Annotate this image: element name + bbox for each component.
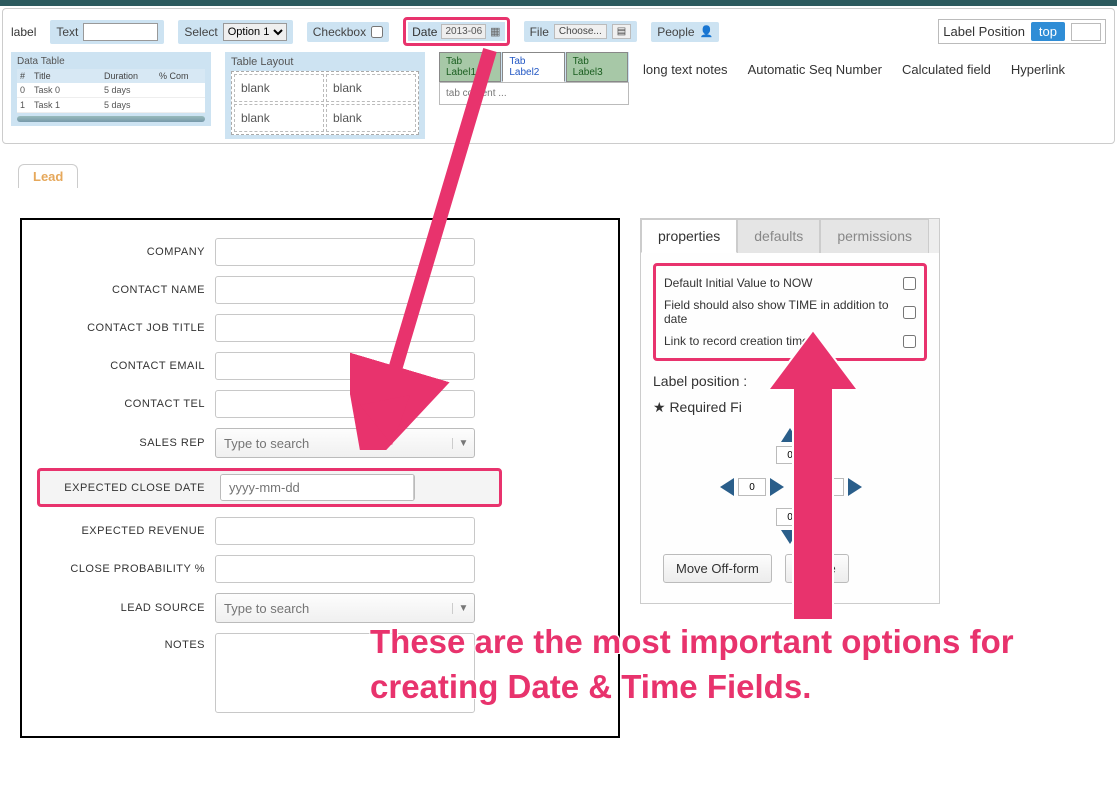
- person-icon: 👤: [700, 25, 714, 38]
- contact-name-label: CONTACT NAME: [40, 284, 215, 296]
- calculated-field-type[interactable]: Calculated field: [902, 62, 991, 77]
- label-field-type[interactable]: label: [11, 25, 36, 39]
- arrow-right-icon[interactable]: [848, 478, 862, 496]
- data-table-field-type[interactable]: Data Table # Title Duration % Com 0 Task…: [11, 52, 211, 126]
- hyperlink-type[interactable]: Hyperlink: [1011, 62, 1065, 77]
- arrow-left-icon[interactable]: [720, 478, 734, 496]
- pad-right-input[interactable]: [816, 478, 844, 496]
- checkbox-sample[interactable]: [371, 26, 383, 38]
- lead-source-input[interactable]: [216, 601, 452, 616]
- calendar-icon[interactable]: ▦: [413, 475, 415, 500]
- scrollbar[interactable]: [17, 116, 205, 122]
- file-choose-button[interactable]: Choose...: [554, 24, 607, 39]
- opt-show-time-checkbox[interactable]: [903, 306, 916, 319]
- tab-properties[interactable]: properties: [641, 219, 737, 253]
- label-position-control: Label Position top: [938, 19, 1106, 44]
- expected-close-date-highlight: EXPECTED CLOSE DATE ▦: [37, 468, 502, 507]
- tabs-field-type[interactable]: Tab Label1 Tab Label2 Tab Label3 tab con…: [439, 52, 629, 105]
- properties-panel: properties defaults permissions Default …: [640, 218, 940, 604]
- auto-seq-number-type[interactable]: Automatic Seq Number: [748, 62, 882, 77]
- contact-name-input[interactable]: [215, 276, 475, 304]
- chevron-down-icon[interactable]: ▼: [452, 603, 474, 614]
- contact-email-label: CONTACT EMAIL: [40, 360, 215, 372]
- close-prob-input[interactable]: [215, 555, 475, 583]
- date-input[interactable]: [221, 475, 413, 500]
- label-position-top[interactable]: top: [1031, 22, 1065, 41]
- people-field-type[interactable]: People 👤: [651, 22, 719, 42]
- opt-link-creation-checkbox[interactable]: [903, 335, 916, 348]
- company-label: COMPANY: [40, 246, 215, 258]
- table-row: 1 Task 1 5 days: [17, 98, 205, 113]
- company-input[interactable]: [215, 238, 475, 266]
- date-field-type[interactable]: Date 2013-06 ▦: [408, 22, 504, 41]
- contact-job-label: CONTACT JOB TITLE: [40, 322, 215, 334]
- required-field-row: ★ Required Fi: [653, 399, 927, 416]
- sample-tab-2[interactable]: Tab Label2: [502, 52, 564, 82]
- date-options-highlight: Default Initial Value to NOW Field shoul…: [653, 263, 927, 361]
- arrow-up-icon[interactable]: [781, 428, 799, 442]
- date-field-type-highlight: Date 2013-06 ▦: [403, 17, 509, 46]
- arrow-right-icon[interactable]: [770, 478, 784, 496]
- text-sample-input[interactable]: [83, 23, 158, 41]
- pad-top-input[interactable]: [776, 446, 804, 464]
- annotation-text: These are the most important options for…: [370, 620, 1070, 709]
- sales-rep-label: SALES REP: [40, 437, 215, 449]
- tab-permissions[interactable]: permissions: [820, 219, 929, 253]
- expected-revenue-input[interactable]: [215, 517, 475, 545]
- lead-source-label: LEAD SOURCE: [40, 602, 215, 614]
- file-field-type[interactable]: File Choose... ▤: [524, 21, 638, 42]
- table-layout-field-type[interactable]: Table Layout blank blank blank blank: [225, 52, 425, 139]
- select-sample[interactable]: Option 1: [223, 23, 287, 41]
- checkbox-field-type[interactable]: Checkbox: [307, 22, 389, 42]
- move-off-form-button[interactable]: Move Off-form: [663, 554, 772, 583]
- pad-left-input[interactable]: [738, 478, 766, 496]
- contact-tel-label: CONTACT TEL: [40, 398, 215, 410]
- delete-button[interactable]: Delete: [785, 554, 849, 583]
- contact-job-input[interactable]: [215, 314, 475, 342]
- calendar-icon: ▦: [490, 25, 500, 38]
- contact-tel-input[interactable]: [215, 390, 475, 418]
- label-position-other[interactable]: [1071, 23, 1101, 41]
- table-row: 0 Task 0 5 days: [17, 83, 205, 98]
- close-prob-label: CLOSE PROBABILITY %: [40, 563, 215, 575]
- select-field-type[interactable]: Select Option 1: [178, 20, 292, 44]
- tab-defaults[interactable]: defaults: [737, 219, 820, 253]
- sample-tab-1[interactable]: Tab Label1: [439, 52, 501, 82]
- notes-label: NOTES: [40, 633, 215, 651]
- date-sample-value: 2013-06: [441, 24, 486, 39]
- label-position-row: Label position :: [653, 373, 927, 389]
- long-text-notes-type[interactable]: long text notes: [643, 62, 728, 77]
- sample-tab-3[interactable]: Tab Label3: [566, 52, 628, 82]
- sales-rep-input[interactable]: [216, 436, 452, 451]
- chevron-down-icon[interactable]: ▼: [452, 438, 474, 449]
- contact-email-input[interactable]: [215, 352, 475, 380]
- opt-default-now-checkbox[interactable]: [903, 277, 916, 290]
- lead-source-select[interactable]: ▼: [215, 593, 475, 623]
- sales-rep-select[interactable]: ▼: [215, 428, 475, 458]
- opt-default-now-label: Default Initial Value to NOW: [664, 276, 813, 290]
- pad-bottom-input[interactable]: [776, 508, 804, 526]
- form-tab-lead[interactable]: Lead: [18, 164, 78, 188]
- opt-show-time-label: Field should also show TIME in addition …: [664, 298, 903, 326]
- arrow-down-icon[interactable]: [781, 530, 799, 544]
- file-icon: ▤: [612, 24, 631, 39]
- text-field-type[interactable]: Text: [50, 20, 164, 44]
- opt-link-creation-label: Link to record creation time: [664, 334, 809, 348]
- arrow-left-icon[interactable]: [798, 478, 812, 496]
- position-arrow-pad: [720, 428, 860, 548]
- expected-close-date-field[interactable]: ▦: [220, 474, 415, 501]
- field-palette: label Text Select Option 1 Checkbox Date…: [2, 8, 1115, 144]
- expected-close-date-label: EXPECTED CLOSE DATE: [43, 482, 215, 494]
- expected-revenue-label: EXPECTED REVENUE: [40, 525, 215, 537]
